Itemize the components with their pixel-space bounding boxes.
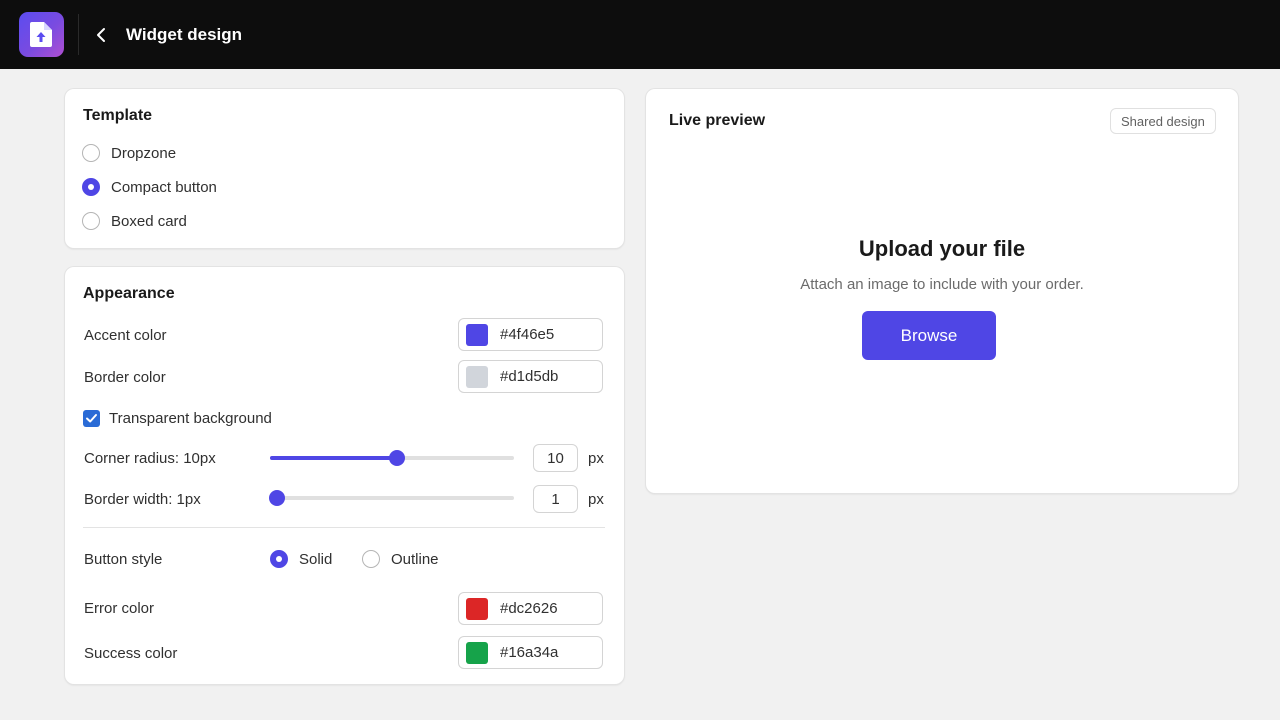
success-color-label: Success color [84,645,178,662]
button-style-label: Button style [84,551,163,568]
template-title: Template [83,107,153,124]
radio-circle[interactable] [82,212,100,230]
shared-design-badge: Shared design [1110,108,1216,134]
color-swatch[interactable] [466,323,488,346]
corner-radius-label: Corner radius: 10px [84,450,216,467]
radio-outline[interactable]: Outline [362,550,439,568]
success-color-input[interactable]: #16a34a [458,636,603,669]
color-swatch[interactable] [466,365,488,388]
border-width-slider[interactable] [269,490,514,506]
border-color-label: Border color [84,369,166,386]
browse-button[interactable]: Browse [862,311,996,360]
file-upload-icon[interactable] [19,12,64,57]
radio-boxed-card[interactable]: Boxed card [82,212,187,230]
upload-title: Upload your file [858,236,1026,261]
upload-subtitle: Attach an image to include with your ord… [800,276,1084,293]
radio-compact-button[interactable]: Compact button [82,178,217,196]
slider-thumb[interactable] [389,450,405,466]
radio-label: Compact button [111,178,217,196]
radio-circle[interactable] [82,178,100,196]
color-swatch[interactable] [466,597,488,620]
border-width-input[interactable]: 1 [533,485,578,513]
transparent-background-checkbox[interactable] [83,410,100,427]
color-swatch[interactable] [466,641,488,664]
radio-dropzone[interactable]: Dropzone [82,144,176,162]
error-color-input[interactable]: #dc2626 [458,592,603,625]
color-value: #16a34a [500,644,559,661]
radio-circle[interactable] [270,550,288,568]
unit-label: px [588,450,604,467]
appearance-title: Appearance [83,285,175,302]
radio-label: Dropzone [111,144,177,162]
radio-circle[interactable] [362,550,380,568]
radio-label: Solid [299,550,333,568]
top-bar: Widget design [0,0,1280,69]
radio-label: Boxed card [111,212,187,230]
unit-label: px [588,491,604,508]
transparent-background-label: Transparent background [109,410,272,427]
accent-color-input[interactable]: #4f46e5 [458,318,603,351]
color-value: #dc2626 [500,600,558,617]
radio-label: Outline [391,550,439,568]
page-title: Widget design [126,25,243,44]
radio-circle[interactable] [82,144,100,162]
section-divider [83,527,605,528]
slider-track[interactable] [270,496,514,500]
chevron-left-icon[interactable] [90,24,112,46]
slider-fill [270,456,397,460]
header-divider [78,14,79,55]
corner-radius-slider[interactable] [270,450,514,466]
border-color-input[interactable]: #d1d5db [458,360,603,393]
accent-color-label: Accent color [84,327,167,344]
error-color-label: Error color [84,600,155,617]
radio-solid[interactable]: Solid [270,550,332,568]
live-preview-title: Live preview [669,112,766,129]
slider-thumb[interactable] [269,490,285,506]
color-value: #4f46e5 [500,326,555,343]
border-width-label: Border width: 1px [84,491,201,508]
corner-radius-input[interactable]: 10 [533,444,578,472]
color-value: #d1d5db [500,368,559,385]
